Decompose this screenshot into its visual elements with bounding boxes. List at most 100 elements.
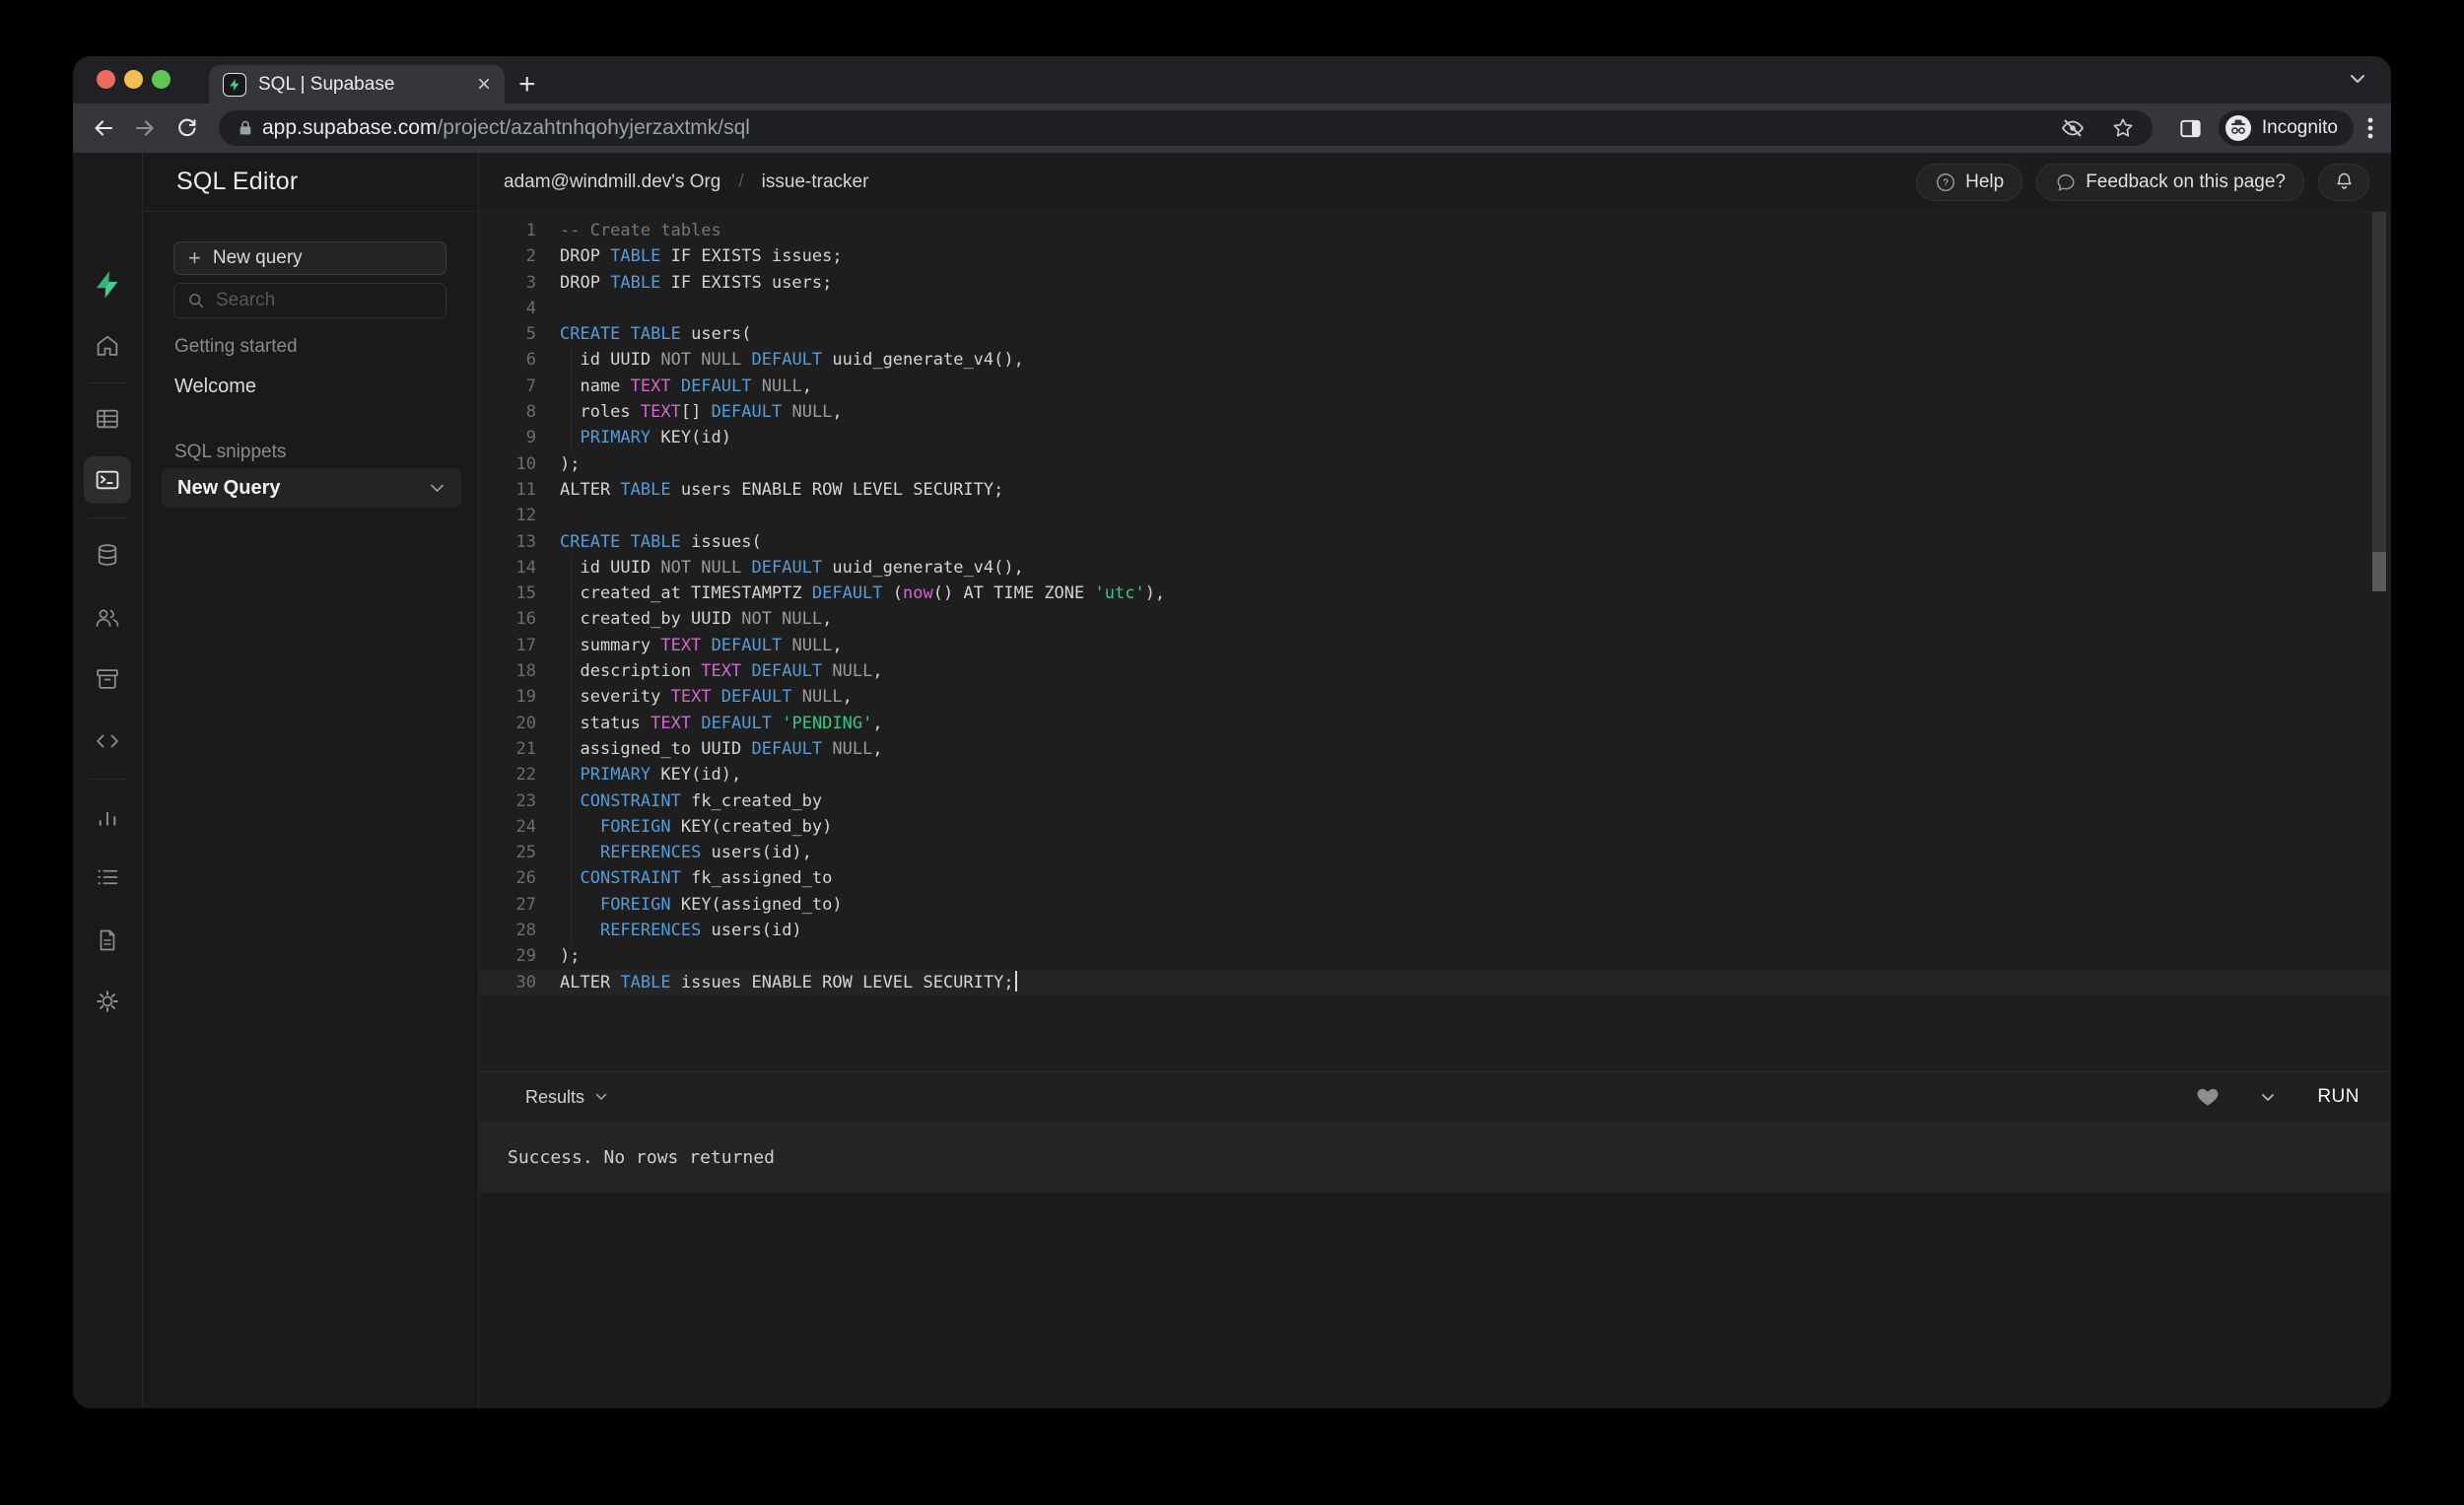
line-number: 10 [479,451,536,477]
password-hidden-eye-icon[interactable] [2060,116,2086,140]
sidebar-item-welcome[interactable]: Welcome [174,376,256,398]
code-line[interactable]: 25 REFERENCES users(id), [479,840,2391,865]
results-output: Success. No rows returned [479,1122,2391,1193]
code-line[interactable]: 16 created_by UUID NOT NULL, [479,606,2391,632]
table-editor-icon[interactable] [95,406,121,433]
code-line[interactable]: 23 CONSTRAINT fk_created_by [479,788,2391,814]
run-button[interactable]: RUN [2317,1086,2360,1108]
breadcrumb-org[interactable]: adam@windmill.dev's Org [504,171,720,193]
sidebar-header: SQL Editor [143,153,478,212]
code-line[interactable]: 7 name TEXT DEFAULT NULL, [479,374,2391,399]
section-label-getting-started: Getting started [174,336,298,358]
code-line[interactable]: 5CREATE TABLE users( [479,321,2391,347]
reload-icon[interactable] [166,116,207,141]
success-message: Success. No rows returned [508,1147,775,1168]
code-line[interactable]: 8 roles TEXT[] DEFAULT NULL, [479,399,2391,425]
code-line[interactable]: 28 REFERENCES users(id) [479,918,2391,943]
line-number: 20 [479,711,536,736]
menu-kebab-icon[interactable] [2367,115,2373,141]
editor-scrollbar-track[interactable] [2372,212,2386,552]
supabase-logo-icon[interactable] [92,269,123,301]
docs-document-icon[interactable] [95,927,120,954]
main-header: adam@windmill.dev's Org / issue-tracker … [479,153,2391,212]
notifications-button[interactable] [2318,164,2369,201]
code-line[interactable]: 9 PRIMARY KEY(id) [479,425,2391,450]
code-line[interactable]: 20 status TEXT DEFAULT 'PENDING', [479,711,2391,736]
line-number: 27 [479,892,536,918]
line-number: 23 [479,788,536,814]
results-dropdown[interactable]: Results [525,1087,608,1108]
search-input[interactable] [216,290,434,311]
search-box[interactable] [173,283,446,318]
side-panel-icon[interactable] [2178,116,2203,141]
code-line[interactable]: 2DROP TABLE IF EXISTS issues; [479,243,2391,269]
sql-code-editor[interactable]: 1-- Create tables2DROP TABLE IF EXISTS i… [479,212,2391,1071]
incognito-badge: Incognito [2219,110,2354,146]
sql-editor-icon[interactable] [95,467,121,494]
line-number: 3 [479,270,536,296]
code-line[interactable]: 1-- Create tables [479,218,2391,243]
code-line[interactable]: 30ALTER TABLE issues ENABLE ROW LEVEL SE… [479,970,2391,995]
code-line[interactable]: 19 severity TEXT DEFAULT NULL, [479,684,2391,710]
code-line[interactable]: 26 CONSTRAINT fk_assigned_to [479,865,2391,891]
edge-functions-icon[interactable] [94,728,121,754]
code-line[interactable]: 10); [479,451,2391,477]
line-number: 13 [479,529,536,555]
run-options-chevron-icon[interactable] [2260,1092,2276,1103]
nav-rail [73,153,143,1408]
browser-toolbar: app.supabase.com/project/azahtnhqohyjerz… [73,103,2391,153]
supabase-app: SQL Editor + New query Getting started W… [73,153,2391,1408]
forward-icon[interactable] [124,115,166,141]
help-button[interactable]: ? Help [1916,164,2022,201]
minimize-window-button[interactable] [124,70,143,89]
new-query-button[interactable]: + New query [173,241,446,275]
storage-icon[interactable] [95,666,121,693]
bookmark-star-icon[interactable] [2111,116,2135,140]
code-line[interactable]: 3DROP TABLE IF EXISTS users; [479,270,2391,296]
code-line[interactable]: 24 FOREIGN KEY(created_by) [479,814,2391,840]
reports-chart-icon[interactable] [95,804,121,831]
back-icon[interactable] [83,115,124,141]
code-line[interactable]: 18 description TEXT DEFAULT NULL, [479,658,2391,684]
zoom-window-button[interactable] [152,70,171,89]
line-number: 17 [479,633,536,658]
code-line[interactable]: 21 assigned_to UUID DEFAULT NULL, [479,736,2391,762]
url-text: app.supabase.com/project/azahtnhqohyjerz… [262,116,750,140]
code-line[interactable]: 17 summary TEXT DEFAULT NULL, [479,633,2391,658]
url-path: /project/azahtnhqohyjerzaxtmk/sql [437,116,750,139]
new-tab-button[interactable]: + [518,68,536,102]
code-line[interactable]: 14 id UUID NOT NULL DEFAULT uuid_generat… [479,555,2391,581]
code-line[interactable]: 11ALTER TABLE users ENABLE ROW LEVEL SEC… [479,477,2391,503]
code-line[interactable]: 13CREATE TABLE issues( [479,529,2391,555]
breadcrumb-project[interactable]: issue-tracker [762,171,869,193]
settings-gear-icon[interactable] [95,989,121,1015]
code-line[interactable]: 4 [479,296,2391,321]
code-line[interactable]: 22 PRIMARY KEY(id), [479,762,2391,787]
code-line[interactable]: 6 id UUID NOT NULL DEFAULT uuid_generate… [479,347,2391,373]
close-window-button[interactable] [97,70,115,89]
sidebar-item-new-query[interactable]: New Query [162,468,461,508]
auth-users-icon[interactable] [94,605,121,632]
browser-tab[interactable]: SQL | Supabase × [209,65,505,103]
supabase-favicon-icon [223,73,246,97]
code-line[interactable]: 12 [479,503,2391,528]
line-number: 9 [479,425,536,450]
feedback-button[interactable]: Feedback on this page? [2036,164,2304,201]
new-query-button-label: New query [213,247,303,269]
url-bar[interactable]: app.supabase.com/project/azahtnhqohyjerz… [219,110,2153,146]
tab-close-icon[interactable]: × [477,73,491,97]
feedback-button-label: Feedback on this page? [2086,171,2286,193]
line-number: 29 [479,943,536,969]
home-icon[interactable] [95,333,121,360]
database-icon[interactable] [95,542,121,569]
tab-search-chevron-icon[interactable] [2348,72,2367,86]
code-line[interactable]: 27 FOREIGN KEY(assigned_to) [479,892,2391,918]
code-line[interactable]: 29); [479,943,2391,969]
chevron-down-icon[interactable] [429,482,445,494]
code-line[interactable]: 15 created_at TIMESTAMPTZ DEFAULT (now()… [479,581,2391,606]
logs-list-icon[interactable] [95,864,121,891]
favorite-heart-icon[interactable] [2197,1087,2219,1107]
incognito-label: Incognito [2262,117,2338,139]
editor-scrollbar-thumb[interactable] [2372,552,2386,591]
section-label-sql-snippets: SQL snippets [174,442,286,463]
